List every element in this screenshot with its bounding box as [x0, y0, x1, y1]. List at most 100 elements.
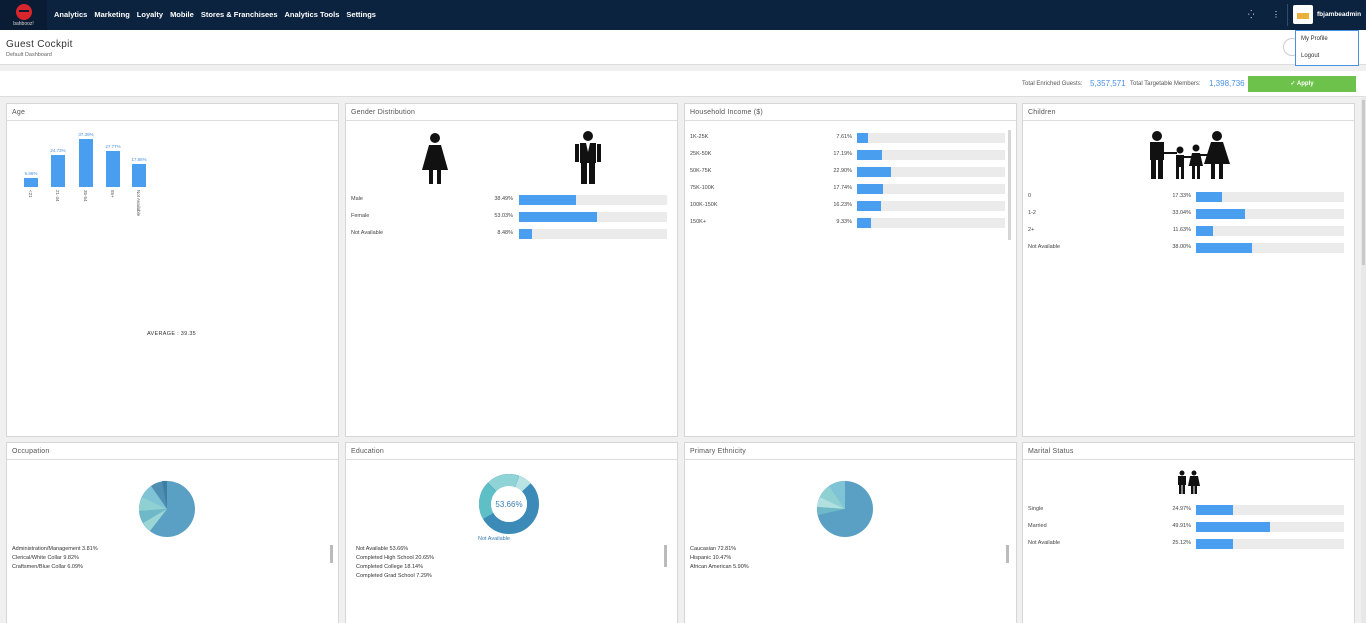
age-tick-label: <21 [28, 190, 33, 198]
income-row-pct: 16.23% [833, 202, 852, 208]
marital-row: Single 24.97% [1028, 505, 1344, 515]
marital-row-pct: 49.91% [1172, 523, 1191, 529]
avatar[interactable] [1293, 5, 1313, 24]
totals-bar: Total Enriched Guests: 5,357,571 Total T… [0, 71, 1366, 97]
gender-panel: Gender Distribution Male 38.49% Female 53.0… [345, 103, 678, 437]
gender-row-label: Male [351, 196, 363, 202]
income-row-pct: 17.19% [833, 151, 852, 157]
age-bar[interactable] [79, 139, 93, 187]
more-vert-icon[interactable]: ⋮ [1272, 11, 1280, 19]
marital-row-pct: 25.12% [1172, 540, 1191, 546]
age-bar[interactable] [24, 178, 38, 187]
children-row-bar [1196, 209, 1245, 219]
occupation-legend-item: Craftsmen/Blue Collar 6.09% [12, 564, 83, 570]
menu-item-settings[interactable]: Settings [346, 10, 376, 19]
gender-row-bar [519, 212, 598, 222]
gender-row: Not Available 8.48% [351, 229, 667, 239]
marital-row-label: Married [1028, 523, 1047, 529]
page-subtitle: Default Dashboard [6, 52, 52, 58]
income-row-track [857, 184, 1005, 194]
marital-row-label: Not Available [1028, 540, 1061, 546]
occupation-legend-item: Clerical/White Collar 9.82% [12, 555, 79, 561]
age-bar-label: 24.73% [50, 148, 66, 154]
income-row-pct: 22.90% [833, 168, 852, 174]
menu-item-loyalty[interactable]: Loyalty [137, 10, 163, 19]
couple-icon [1178, 470, 1200, 494]
income-row-bar [857, 150, 883, 160]
age-bar[interactable] [51, 155, 65, 187]
gender-row-track [519, 195, 667, 205]
page-header: Guest Cockpit Default Dashboard [0, 30, 1366, 65]
income-row-track [857, 150, 1005, 160]
age-tick-label: 35-54 [83, 190, 88, 202]
gender-row-pct: 38.49% [494, 196, 513, 202]
page-scrollbar-thumb[interactable] [1362, 100, 1365, 265]
age-tick-label: Not Available [136, 190, 141, 217]
age-bar[interactable] [106, 151, 120, 187]
occupation-panel: Occupation Administration/Management 3.8… [6, 442, 339, 623]
apply-label: Apply [1296, 81, 1314, 87]
menu-item-stores[interactable]: Stores & Franchisees [201, 10, 278, 19]
menu-item-analytics[interactable]: Analytics [54, 10, 87, 19]
education-legend-item: Not Available 53.66% [356, 546, 409, 552]
marital-row-track [1196, 539, 1344, 549]
children-panel: Children 0 17.33% 1-2 33.04% 2+ 11.63% Not Ava… [1022, 103, 1355, 437]
marital-row: Not Available 25.12% [1028, 539, 1344, 549]
age-bar[interactable] [132, 164, 146, 187]
marital-panel: Marital Status Single 24.97% Married 49.91%… [1022, 442, 1355, 623]
income-row-label: 25K-50K [690, 151, 712, 157]
ethnicity-scrollbar[interactable] [1006, 545, 1009, 563]
education-legend-item: Completed Grad School 7.29% [356, 573, 432, 578]
gender-row-label: Not Available [351, 230, 384, 236]
logo-icon [16, 4, 32, 20]
occupation-pie [138, 480, 195, 537]
menu-item-mobile[interactable]: Mobile [170, 10, 194, 19]
username[interactable]: fbjambeadmin [1317, 11, 1361, 18]
menu-item-marketing[interactable]: Marketing [94, 10, 129, 19]
menu-logout[interactable]: Logout [1296, 48, 1358, 65]
enriched-value: 5,357,571 [1090, 79, 1126, 88]
income-row-pct: 17.74% [833, 185, 852, 191]
income-row-label: 50K-75K [690, 168, 712, 174]
children-row-label: 1-2 [1028, 210, 1036, 216]
age-tick-label: 21-34 [55, 190, 60, 202]
age-bar-label: 37.39% [78, 132, 94, 137]
children-row-pct: 33.04% [1172, 210, 1191, 216]
children-row: 2+ 11.63% [1028, 226, 1344, 236]
targetable-label: Total Targetable Members: [1130, 81, 1201, 87]
age-bar-label: 17.86% [131, 157, 147, 163]
income-scrollbar[interactable] [1008, 130, 1011, 240]
gender-title: Gender Distribution [346, 104, 677, 121]
marital-row-bar [1196, 539, 1234, 549]
income-row-bar [857, 201, 882, 211]
income-title: Household Income ($) [685, 104, 1016, 121]
marital-row-bar [1196, 505, 1233, 515]
children-row-label: Not Available [1028, 244, 1061, 250]
education-scrollbar[interactable] [664, 545, 667, 567]
marital-row-label: Single [1028, 506, 1044, 512]
brand-logo[interactable]: bahbooz! [0, 0, 47, 30]
income-row: 50K-75K 22.90% [690, 167, 1005, 177]
settings-icon[interactable]: ⁛ [1248, 11, 1254, 19]
children-row: 1-2 33.04% [1028, 209, 1344, 219]
income-row-label: 1K-25K [690, 134, 709, 140]
user-dropdown: My Profile Logout [1295, 30, 1359, 66]
income-row-pct: 9.33% [836, 219, 852, 225]
occupation-title: Occupation [7, 443, 338, 460]
apply-button[interactable]: ✓ Apply [1248, 76, 1356, 92]
age-title: Age [7, 104, 338, 121]
age-panel: Age 6.86% <21 24.73% 21-34 37.39% 35-54 27.77%… [6, 103, 339, 437]
main-menu: Analytics Marketing Loyalty Mobile Store… [54, 10, 376, 19]
marital-row-bar [1196, 522, 1270, 532]
ethnicity-legend-item: Caucasian 72.81% [690, 546, 737, 552]
menu-item-analytics-tools[interactable]: Analytics Tools [285, 10, 340, 19]
menu-my-profile[interactable]: My Profile [1296, 31, 1358, 48]
occupation-scrollbar[interactable] [330, 545, 333, 563]
marital-row-track [1196, 505, 1344, 515]
marital-title: Marital Status [1023, 443, 1354, 460]
ethnicity-pie [816, 480, 873, 537]
education-legend-item: Completed High School 20.65% [356, 555, 434, 561]
marital-row: Married 49.91% [1028, 522, 1344, 532]
children-title: Children [1023, 104, 1354, 121]
ethnicity-panel: Primary Ethnicity Caucasian 72.81% Hispa… [684, 442, 1017, 623]
